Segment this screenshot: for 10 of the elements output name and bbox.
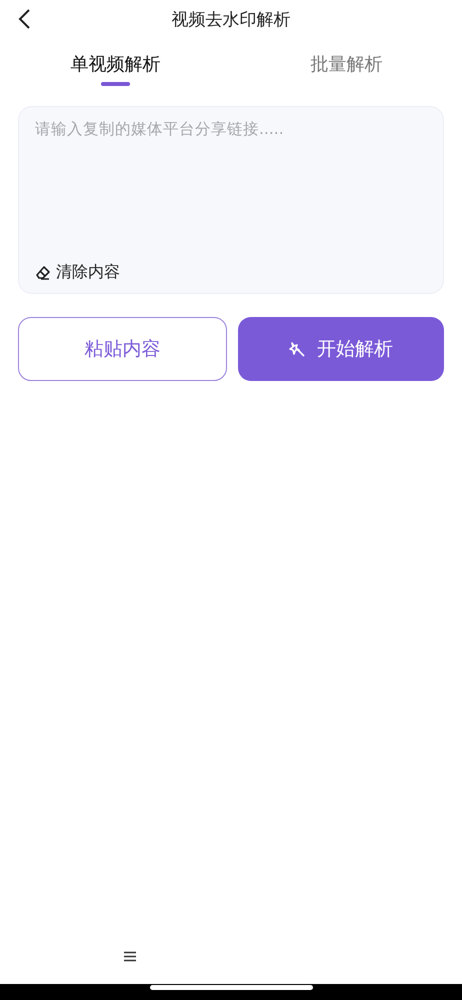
link-input-field[interactable]: 请输入复制的媒体平台分享链接..... 清除内容 [18, 106, 444, 294]
eraser-icon [35, 264, 51, 280]
page-title: 视频去水印解析 [172, 8, 290, 30]
magic-wand-icon [288, 340, 307, 358]
tab[interactable]: 单视频解析 [0, 52, 231, 86]
tab[interactable]: 批量解析 [231, 52, 462, 86]
start-button[interactable]: 开始解析 [238, 317, 444, 381]
menu-icon[interactable] [124, 951, 136, 962]
paste-button[interactable]: 粘贴内容 [18, 317, 226, 381]
clear-button[interactable]: 清除内容 [35, 262, 120, 283]
